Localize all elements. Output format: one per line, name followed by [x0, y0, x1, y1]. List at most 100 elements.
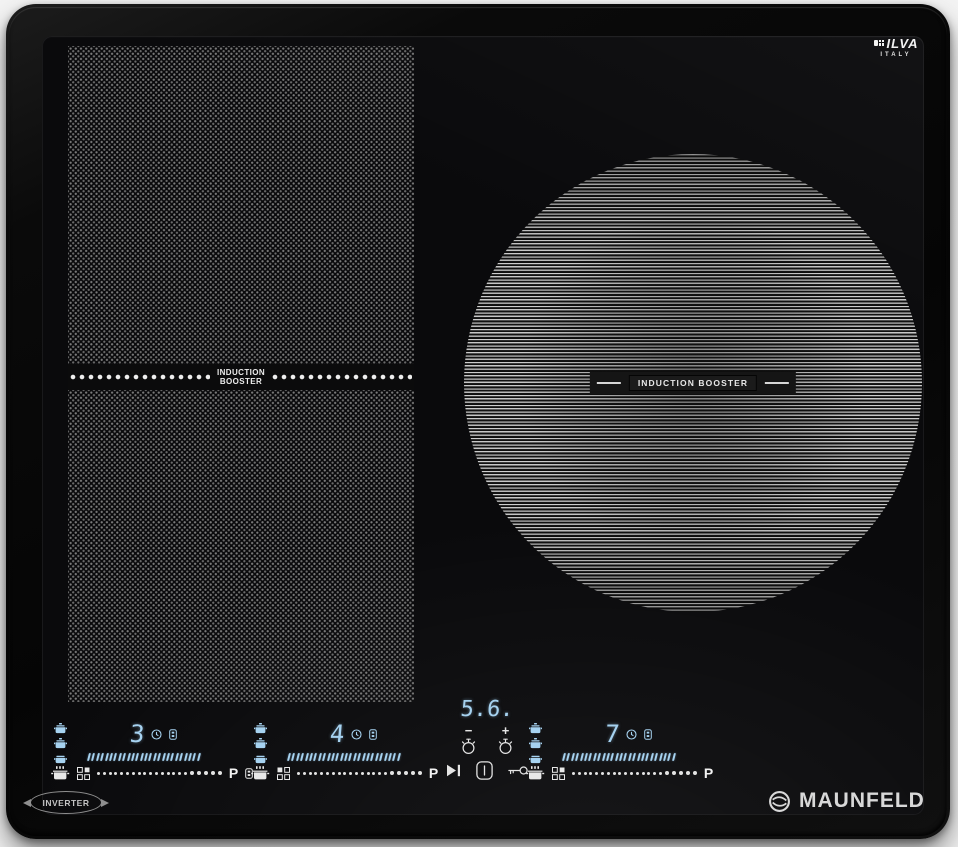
slider-dot [635, 771, 639, 775]
timer-plus-button[interactable]: + [498, 724, 513, 755]
scale-tick [322, 753, 327, 761]
slider-dot [302, 771, 306, 775]
slider-dot [366, 771, 370, 775]
slider-dot [210, 770, 215, 776]
timer-minus-button[interactable]: − [461, 724, 476, 755]
zone-control-front-left: 3 P [46, 720, 254, 786]
slider-dot [417, 770, 422, 776]
simmer-pot-icon[interactable] [529, 738, 542, 749]
scale-tick [396, 753, 401, 761]
slider-dot [629, 771, 633, 775]
slider-dot [131, 771, 135, 775]
scale-tick [632, 753, 637, 761]
divider-dots-left [70, 374, 210, 380]
scale-tick [104, 753, 109, 761]
ilva-logo: ILVA ITALY [862, 36, 930, 58]
scale-tick [370, 753, 375, 761]
power-slider[interactable] [297, 770, 422, 776]
slider-dot [589, 771, 593, 775]
level-scale[interactable] [562, 753, 676, 761]
boost-label[interactable]: P [704, 766, 713, 780]
warm-pot-icon[interactable] [254, 723, 267, 734]
slider-dot [378, 771, 382, 775]
warm-pot-icon[interactable] [529, 723, 542, 734]
slider-dot [314, 771, 318, 775]
scale-tick [192, 753, 197, 761]
auto-mode-keys[interactable] [254, 723, 267, 764]
scale-tick [183, 753, 188, 761]
power-level-display: 3 [128, 720, 146, 748]
slider-dot [331, 771, 335, 775]
slider-dot [641, 771, 645, 775]
cooking-pot-icon [51, 766, 70, 780]
slider-dot [125, 771, 129, 775]
cooking-pot-icon [251, 766, 270, 780]
flex-cooking-zone: INDUCTION BOOSTER [68, 46, 414, 702]
scale-tick [157, 753, 162, 761]
scale-tick [170, 753, 175, 761]
slider-dot [154, 771, 158, 775]
slider-dot [595, 771, 599, 775]
flex-bridge-icon[interactable] [77, 766, 90, 780]
scale-tick [671, 753, 676, 761]
scale-tick [161, 753, 166, 761]
maunfeld-logo-icon [768, 790, 791, 813]
scale-tick [348, 753, 353, 761]
scale-tick [361, 753, 366, 761]
scale-tick [601, 753, 606, 761]
slider-dot [372, 771, 376, 775]
scale-tick [645, 753, 650, 761]
badge-line-right [765, 382, 790, 384]
stopwatch-icon [498, 738, 513, 755]
scale-tick [636, 753, 641, 761]
slider-dot [671, 770, 676, 776]
simmer-pot-icon[interactable] [254, 738, 267, 749]
slider-dot [97, 771, 100, 775]
boil-pan-icon[interactable] [54, 753, 67, 764]
level-scale[interactable] [287, 753, 401, 761]
pot-indicator-icon [169, 728, 178, 740]
scale-tick [126, 753, 131, 761]
slider-dot [183, 771, 187, 775]
auto-mode-keys[interactable] [529, 723, 542, 764]
warm-pot-icon[interactable] [54, 723, 67, 734]
scale-tick [122, 753, 127, 761]
pot-indicator-icon [644, 728, 653, 740]
scale-tick [654, 753, 659, 761]
boil-pan-icon[interactable] [529, 753, 542, 764]
slider-dot [692, 770, 697, 776]
level-scale[interactable] [87, 753, 201, 761]
slider-dot [196, 770, 201, 776]
plus-sign: + [501, 723, 510, 738]
round-booster-label: INDUCTION BOOSTER [628, 375, 758, 391]
scale-tick [291, 753, 296, 761]
simmer-pot-icon[interactable] [54, 738, 67, 749]
scale-tick [566, 753, 571, 761]
slider-dot [600, 771, 604, 775]
slider-dot [337, 771, 341, 775]
slider-dot [678, 770, 683, 776]
scale-tick [588, 753, 593, 761]
slider-dot [664, 770, 669, 776]
auto-mode-keys[interactable] [54, 723, 67, 764]
timer-clock-icon [351, 728, 363, 740]
power-button[interactable] [476, 761, 493, 780]
power-slider[interactable] [97, 770, 222, 776]
boost-label[interactable]: P [229, 766, 238, 780]
scale-tick [326, 753, 331, 761]
maunfeld-logo: MAUNFELD [768, 789, 925, 813]
slider-dot [360, 771, 364, 775]
scale-tick [135, 753, 140, 761]
slider-dot [658, 771, 662, 775]
slider-dot [149, 771, 153, 775]
slider-dot [178, 771, 182, 775]
pause-resume-icon[interactable] [446, 764, 461, 777]
flex-zone-rear-half [68, 46, 414, 364]
boil-pan-icon[interactable] [254, 753, 267, 764]
power-slider[interactable] [572, 770, 697, 776]
slider-dot [349, 771, 353, 775]
slider-dot [383, 771, 387, 775]
flex-bridge-icon[interactable] [277, 766, 290, 780]
slider-dot [102, 771, 106, 775]
flex-bridge-icon[interactable] [552, 766, 565, 780]
